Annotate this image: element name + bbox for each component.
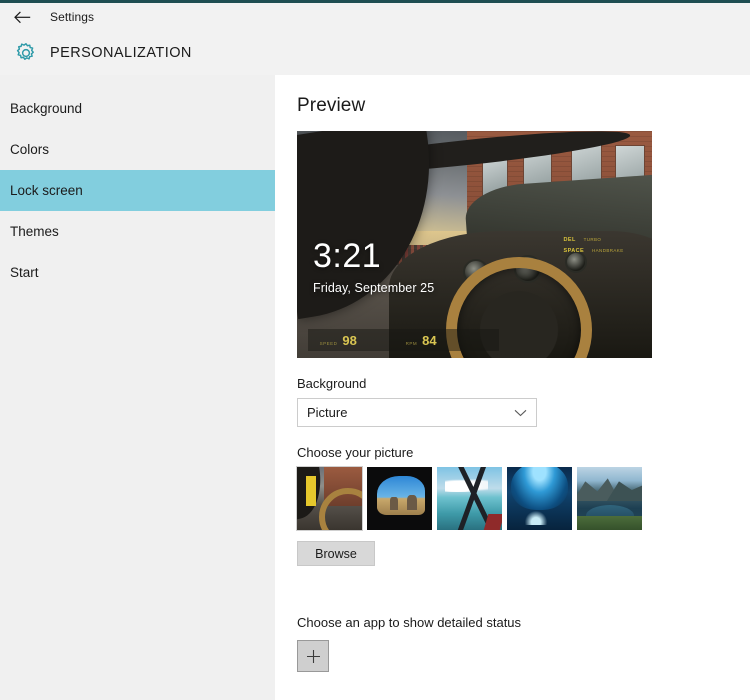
thumb-decor — [525, 511, 548, 525]
hud-key-desc: TURBO — [583, 237, 602, 243]
thumbnail-row — [296, 466, 750, 531]
settings-window: Settings PERSONALIZATION Background Colo… — [0, 0, 750, 700]
hud-key: DEL — [563, 237, 576, 244]
thumb-decor — [407, 494, 418, 510]
title-bar: Settings — [0, 3, 750, 31]
plus-icon — [306, 649, 320, 663]
hud-keybind-row: SPACE HANDBRAKE — [564, 246, 624, 256]
background-field-label: Background — [297, 376, 367, 391]
hud-key-desc: HANDBRAKE — [592, 247, 624, 253]
background-select[interactable]: Picture — [297, 398, 537, 427]
thumbnail-sky-water-frame[interactable] — [437, 467, 502, 530]
window-title: Settings — [50, 10, 95, 24]
hud-keybinds: DEL TURBO SPACE HANDBRAKE — [564, 235, 624, 255]
hud-keybind-row: DEL TURBO — [564, 235, 624, 245]
sidebar-item-label: Themes — [10, 224, 59, 239]
sidebar-item-label: Start — [10, 265, 39, 280]
thumb-decor — [390, 497, 398, 510]
preview-heading: Preview — [297, 95, 366, 116]
thumb-decor — [377, 475, 426, 515]
lock-screen-clock: 3:21 — [313, 237, 382, 275]
back-arrow-icon — [13, 10, 30, 23]
sidebar-item-background[interactable]: Background — [0, 88, 275, 129]
hud-stat: RPM 84 — [406, 333, 480, 348]
gear-icon — [6, 42, 46, 64]
thumbnail-car-street-scene[interactable] — [296, 466, 363, 531]
thumb-decor — [510, 467, 569, 510]
sidebar-item-label: Colors — [10, 142, 50, 157]
hud-stat-value: 98 — [342, 332, 357, 348]
thumb-decor — [484, 513, 502, 530]
sidebar-item-colors[interactable]: Colors — [0, 129, 275, 170]
sidebar-top-spacer — [0, 75, 275, 88]
sidebar-item-label: Lock screen — [10, 183, 83, 198]
thumbnail-cave-beach-arch[interactable] — [367, 467, 432, 530]
page-title: PERSONALIZATION — [50, 45, 192, 61]
hud-stat-value: 84 — [422, 332, 437, 348]
lock-screen-date: Friday, September 25 — [313, 281, 435, 295]
detailed-status-label: Choose an app to show detailed status — [297, 615, 522, 630]
hud-stat-bar: SPEED 98 RPM 84 — [307, 329, 500, 352]
choose-picture-label: Choose your picture — [297, 445, 414, 460]
lock-screen-preview: DEL TURBO SPACE HANDBRAKE SPEED 98 RPM 8… — [297, 131, 652, 358]
thumb-decor — [451, 467, 487, 530]
background-select-value: Picture — [307, 405, 348, 420]
page-header: PERSONALIZATION — [0, 31, 750, 75]
thumbnail-mountain-lake[interactable] — [577, 467, 642, 530]
hud-key: SPACE — [563, 247, 585, 254]
thumb-decor — [319, 488, 362, 530]
hud-stat-label: RPM — [405, 340, 418, 346]
content-panel: Preview DEL TURBO SPACE HANDBRAKE SPEED … — [275, 75, 750, 700]
sidebar-list: Background Colors Lock screen Themes Sta… — [0, 88, 275, 293]
sidebar-item-lock-screen[interactable]: Lock screen — [0, 170, 275, 211]
browse-button[interactable]: Browse — [297, 541, 375, 566]
hud-stat: SPEED 98 — [320, 333, 394, 348]
sidebar-item-label: Background — [10, 101, 83, 116]
hud-stat-label: SPEED — [319, 340, 338, 346]
back-button[interactable] — [0, 3, 44, 31]
sidebar-item-themes[interactable]: Themes — [0, 211, 275, 252]
thumb-decor — [577, 516, 642, 530]
add-app-button[interactable] — [297, 640, 329, 672]
sidebar-item-start[interactable]: Start — [0, 252, 275, 293]
sidebar-nav: Background Colors Lock screen Themes Sta… — [0, 75, 275, 700]
thumbnail-blue-ice-cave[interactable] — [507, 467, 572, 530]
chevron-down-icon — [514, 404, 527, 422]
